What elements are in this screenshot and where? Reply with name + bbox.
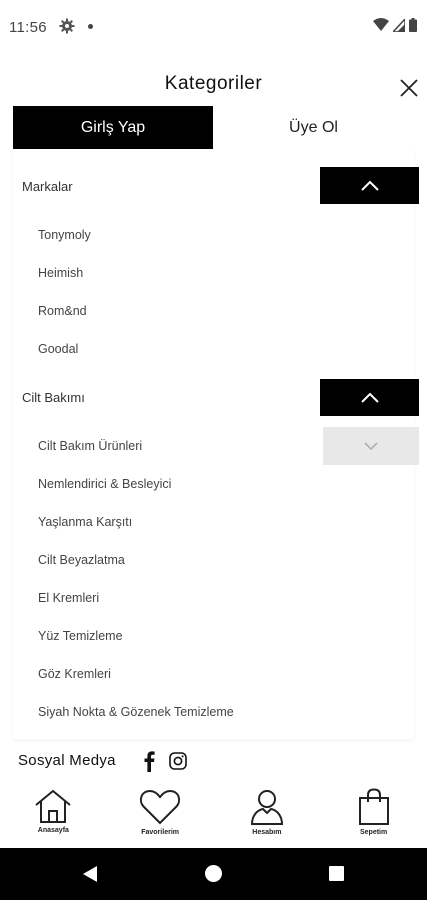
home-icon	[35, 789, 72, 823]
list-item[interactable]: Siyah Nokta & Gözenek Temizleme	[38, 705, 234, 719]
close-icon[interactable]	[397, 76, 421, 100]
list-item[interactable]: Nemlendirici & Besleyici	[38, 477, 171, 491]
page-title: Kategoriler	[164, 73, 263, 94]
register-button[interactable]: Üye Ol	[213, 106, 414, 149]
battery-icon	[409, 18, 417, 32]
nav-cart[interactable]: Sepetim	[320, 782, 427, 846]
list-item[interactable]: Yüz Temizleme	[38, 629, 123, 643]
list-item[interactable]: Tonymoly	[38, 228, 91, 242]
cilt-bakimi-collapse-button[interactable]	[320, 379, 419, 416]
chevron-up-icon	[360, 180, 379, 191]
notification-dot-icon	[88, 24, 93, 29]
recent-apps-icon[interactable]	[329, 866, 344, 881]
back-icon[interactable]	[82, 865, 98, 883]
markalar-collapse-button[interactable]	[320, 167, 419, 204]
status-time: 11:56	[9, 19, 47, 36]
section-title-cilt-bakimi[interactable]: Cilt Bakımı	[22, 390, 85, 405]
signal-icon	[393, 18, 405, 32]
cilt-bakim-urunleri-expand-button[interactable]	[323, 427, 419, 465]
instagram-icon[interactable]	[168, 751, 188, 771]
auth-tabs: Girlş Yap Üye Ol	[13, 106, 414, 149]
page-header: Kategoriler	[0, 56, 427, 106]
bottom-navigation: Anasayfa Favorilerim Hesabım Sepetim	[0, 782, 427, 846]
category-menu: Markalar Tonymoly Heimish Rom&nd Goodal …	[13, 149, 419, 739]
login-button[interactable]: Girlş Yap	[13, 106, 213, 149]
list-item[interactable]: Cilt Bakım Ürünleri	[38, 439, 142, 453]
status-indicators	[373, 18, 417, 32]
nav-favorites[interactable]: Favorilerim	[107, 782, 214, 846]
system-navigation-bar	[0, 848, 427, 900]
list-item[interactable]: Goodal	[38, 342, 78, 356]
list-item[interactable]: Yaşlanma Karşıtı	[38, 515, 132, 529]
list-item[interactable]: Rom&nd	[38, 304, 87, 318]
heart-icon	[140, 789, 181, 825]
social-media-row: Sosyal Medya	[0, 742, 427, 780]
list-item[interactable]: Cilt Beyazlatma	[38, 553, 125, 567]
list-item[interactable]: Göz Kremleri	[38, 667, 111, 681]
nav-cart-label: Sepetim	[360, 829, 388, 836]
bag-icon	[358, 788, 389, 825]
nav-home-label: Anasayfa	[37, 827, 69, 834]
nav-home[interactable]: Anasayfa	[0, 782, 107, 846]
nav-favorites-label: Favorilerim	[141, 829, 179, 836]
section-title-markalar[interactable]: Markalar	[22, 179, 73, 194]
chevron-down-icon	[364, 442, 378, 451]
social-media-label: Sosyal Medya	[18, 752, 116, 769]
list-item[interactable]: Heimish	[38, 266, 83, 280]
nav-account[interactable]: Hesabım	[214, 782, 321, 846]
home-circle-icon[interactable]	[205, 865, 222, 882]
wifi-icon	[373, 18, 389, 31]
user-icon	[250, 790, 283, 825]
list-item[interactable]: El Kremleri	[38, 591, 99, 605]
status-bar: 11:56	[0, 0, 427, 56]
nav-account-label: Hesabım	[252, 829, 282, 836]
settings-gear-icon	[59, 18, 75, 34]
chevron-up-icon	[360, 392, 379, 403]
facebook-icon[interactable]	[140, 750, 158, 772]
